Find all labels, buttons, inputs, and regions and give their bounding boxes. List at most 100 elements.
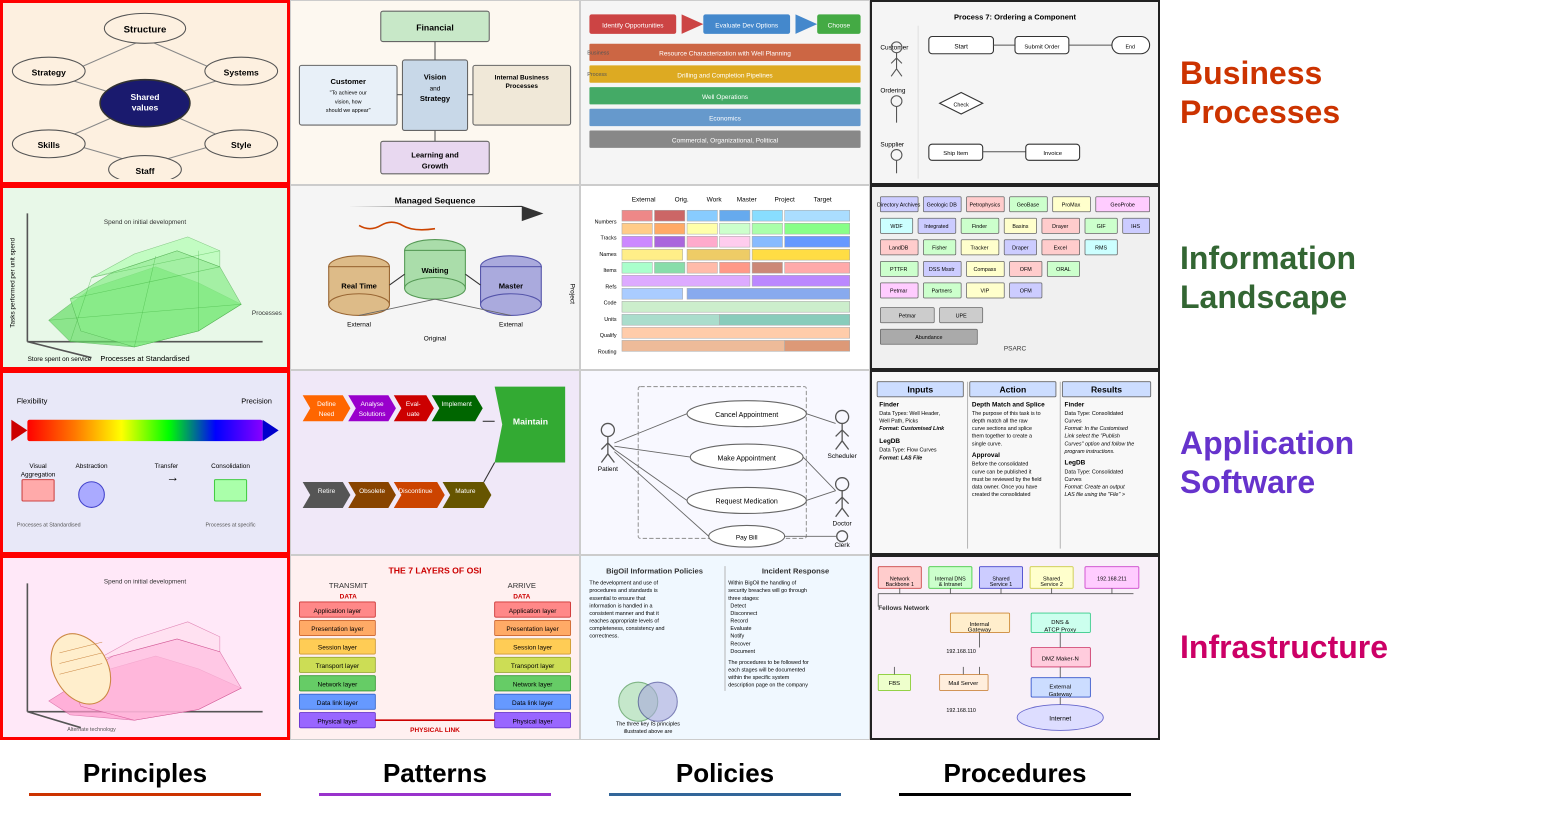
svg-text:and: and	[430, 85, 441, 92]
svg-text:Alternate technology: Alternate technology	[67, 727, 116, 733]
row-label-application: Application Software	[1160, 370, 1547, 555]
svg-text:IHS: IHS	[1131, 224, 1140, 230]
osi-svg: THE 7 LAYERS OF OSI TRANSMIT ARRIVE DATA…	[294, 559, 576, 736]
svg-text:Link select the "Publish: Link select the "Publish	[1065, 434, 1120, 440]
svg-text:Incident Response: Incident Response	[762, 567, 829, 576]
svg-text:External: External	[347, 321, 371, 328]
tech-surface-svg: Spend on initial development Alternate t…	[6, 561, 284, 734]
svg-text:Physical layer: Physical layer	[317, 718, 358, 725]
cell-r4c3: BigOil Information Policies Incident Res…	[580, 555, 870, 740]
svg-text:Network layer: Network layer	[513, 682, 554, 689]
svg-text:three stages:: three stages:	[728, 596, 760, 602]
svg-text:GeoBase: GeoBase	[1017, 202, 1039, 208]
svg-text:Partners: Partners	[932, 289, 953, 295]
svg-text:should we appear": should we appear"	[326, 108, 371, 114]
svg-text:Service 1: Service 1	[990, 582, 1012, 588]
svg-text:Approval: Approval	[972, 452, 1000, 459]
svg-text:Petrophysics: Petrophysics	[969, 202, 1000, 208]
svg-text:Supplier: Supplier	[880, 141, 905, 148]
svg-text:Application layer: Application layer	[509, 608, 558, 615]
svg-text:Master: Master	[737, 197, 758, 204]
svg-text:Staff: Staff	[136, 166, 155, 176]
svg-text:PHYSICAL LINK: PHYSICAL LINK	[410, 727, 460, 734]
svg-text:Need: Need	[319, 411, 335, 418]
svg-text:Spend on initial development: Spend on initial development	[104, 578, 186, 585]
svg-text:GeoProbe: GeoProbe	[1110, 202, 1135, 208]
svg-text:Processes at specific: Processes at specific	[252, 310, 284, 317]
matrix-svg: External Orig. Work Master Project Targe…	[584, 189, 866, 366]
svg-text:Implement: Implement	[442, 401, 473, 408]
svg-text:Internet: Internet	[1049, 716, 1071, 723]
svg-text:Tracker: Tracker	[970, 246, 988, 252]
svg-text:Resource Characterization with: Resource Characterization with Well Plan…	[659, 51, 791, 58]
svg-text:Cancel Appointment: Cancel Appointment	[715, 412, 778, 419]
bsc-svg: Financial Customer "To achieve our visio…	[294, 4, 576, 181]
svg-text:Shared: Shared	[131, 92, 160, 102]
svg-text:Abundance: Abundance	[915, 335, 942, 341]
svg-text:reaches appropriate levels of: reaches appropriate levels of	[589, 619, 659, 625]
svg-text:Well Path, Picks: Well Path, Picks	[879, 419, 918, 425]
svg-text:Compass: Compass	[973, 267, 996, 273]
svg-text:Tracks: Tracks	[601, 236, 617, 242]
svg-text:Routing: Routing	[598, 349, 617, 355]
svg-text:Mail Server: Mail Server	[948, 681, 978, 687]
svg-text:Transport layer: Transport layer	[511, 663, 555, 670]
svg-text:Style: Style	[231, 140, 252, 150]
row-label-information: Information Landscape	[1160, 185, 1547, 370]
svg-text:Record: Record	[730, 619, 747, 625]
info-landscape: Directory Archives Geologic DB Petrophys…	[875, 190, 1155, 365]
svg-text:& Intranet: & Intranet	[939, 582, 963, 588]
main-grid: Structure Strategy Systems Shared values…	[0, 0, 1547, 824]
network-diagram: Network Backbone 1 Internal DNS & Intran…	[875, 560, 1155, 735]
svg-text:Petmar: Petmar	[899, 313, 917, 319]
svg-text:Petmar: Petmar	[890, 289, 908, 295]
svg-text:Notify: Notify	[730, 634, 744, 640]
svg-text:Refs: Refs	[605, 284, 616, 290]
svg-text:The procedures to be followed: The procedures to be followed for	[728, 660, 809, 666]
bottom-corner	[1160, 740, 1547, 810]
svg-text:Evaluate: Evaluate	[730, 626, 751, 632]
cell-r4c1: Spend on initial development Alternate t…	[0, 555, 290, 740]
svg-text:ProMax: ProMax	[1062, 202, 1081, 208]
svg-text:Physical layer: Physical layer	[513, 718, 554, 725]
svg-text:Growth: Growth	[422, 161, 449, 170]
svg-text:Customer: Customer	[880, 44, 909, 51]
row-label-business: Business Processes	[1160, 0, 1547, 185]
svg-text:Systems: Systems	[224, 67, 259, 77]
svg-text:Check: Check	[954, 103, 970, 109]
iar-svg: Inputs Action Results Finder Data Types:…	[875, 375, 1155, 550]
svg-text:information is handled in a: information is handled in a	[589, 603, 652, 609]
svg-text:Data link layer: Data link layer	[317, 700, 359, 707]
svg-text:Processes at specific: Processes at specific	[206, 523, 256, 529]
svg-text:Integrated: Integrated	[924, 224, 948, 230]
svg-text:security breaches will go thro: security breaches will go through	[728, 588, 807, 594]
svg-text:Maintain: Maintain	[513, 417, 548, 427]
patterns-underline	[319, 793, 551, 796]
svg-text:consistent manner and that it: consistent manner and that it	[589, 611, 659, 617]
managed-seq-svg: Managed Sequence Real Time Waiting Maste…	[294, 189, 576, 366]
network-svg: Network Backbone 1 Internal DNS & Intran…	[875, 560, 1155, 735]
svg-text:Request Medication: Request Medication	[716, 499, 778, 506]
svg-text:correctness.: correctness.	[589, 634, 619, 640]
svg-text:Finder: Finder	[1065, 402, 1085, 409]
svg-text:Fellows Network: Fellows Network	[878, 605, 929, 612]
svg-text:Analyse: Analyse	[361, 401, 385, 408]
svg-text:UPE: UPE	[956, 313, 967, 319]
managed-sequence: Managed Sequence Real Time Waiting Maste…	[294, 189, 576, 366]
svg-text:Format: Customised Link: Format: Customised Link	[879, 426, 945, 432]
svg-text:Vision: Vision	[424, 72, 447, 81]
svg-text:vision, how: vision, how	[335, 99, 362, 105]
svg-text:192.168.110: 192.168.110	[946, 708, 976, 714]
svg-text:Master: Master	[499, 281, 523, 290]
cell-r3c1: Flexibility Precision	[0, 370, 290, 555]
svg-text:Original: Original	[424, 335, 447, 342]
svg-text:Retire: Retire	[318, 488, 336, 495]
svg-text:Data Type: Consolidated: Data Type: Consolidated	[1065, 469, 1124, 475]
svg-text:Action: Action	[999, 385, 1026, 395]
svg-text:DNS &: DNS &	[1051, 620, 1069, 626]
osi-layers: THE 7 LAYERS OF OSI TRANSMIT ARRIVE DATA…	[294, 559, 576, 736]
svg-text:Obsolete: Obsolete	[359, 488, 385, 495]
svg-text:Finder: Finder	[972, 224, 987, 230]
svg-text:program instructions.: program instructions.	[1064, 449, 1115, 455]
svg-text:Geologic DB: Geologic DB	[927, 202, 958, 208]
